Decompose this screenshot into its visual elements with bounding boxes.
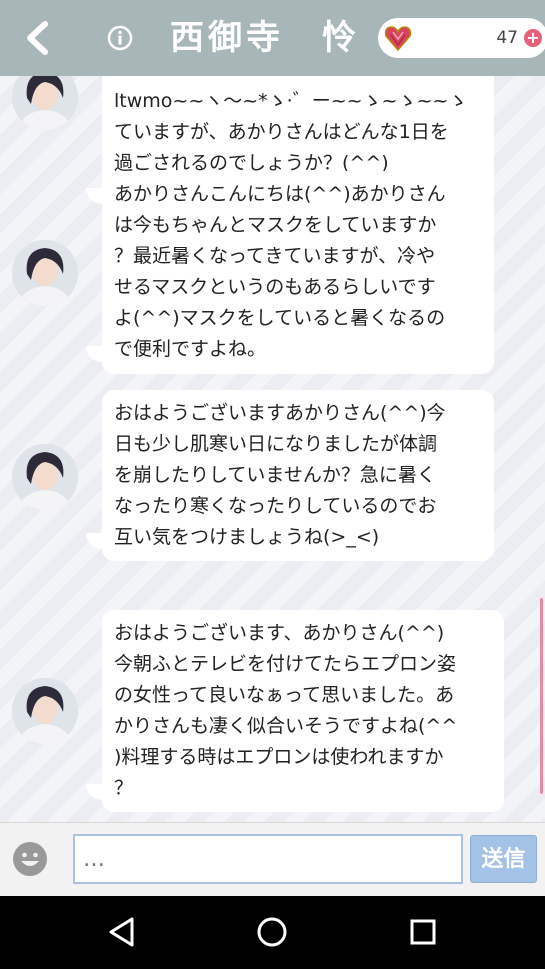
- square-recents-icon: [410, 919, 436, 945]
- back-button[interactable]: [18, 18, 58, 58]
- system-nav-bar: [0, 896, 545, 969]
- message-input[interactable]: [73, 834, 463, 884]
- nav-home-button[interactable]: [254, 914, 290, 950]
- message-bubble: あかりさんこんにちは(^^)あかりさん は今もちゃんとマスクをしていますか ？最…: [86, 171, 494, 374]
- add-gems-button[interactable]: +: [524, 29, 542, 47]
- message-input-bar: 送信: [0, 822, 545, 896]
- nav-recents-button[interactable]: [405, 914, 441, 950]
- gem-counter[interactable]: 47 +: [378, 18, 545, 58]
- message-bubble: おはようございます、あかりさん(^^) 今朝ふとテレビを付けてたらエプロン姿 の…: [86, 610, 504, 812]
- scrollbar[interactable]: [540, 598, 543, 794]
- avatar[interactable]: [12, 76, 78, 130]
- circle-home-icon: [257, 917, 287, 947]
- info-button[interactable]: [106, 24, 134, 52]
- heart-gem-icon: [384, 26, 412, 52]
- character-avatar-icon: [12, 444, 78, 510]
- send-button[interactable]: 送信: [470, 835, 537, 883]
- nav-back-button[interactable]: [104, 914, 140, 950]
- avatar[interactable]: [12, 678, 78, 744]
- smiley-icon: [13, 842, 47, 876]
- message-bubble: おはようございますあかりさん(^^)今 日も少し肌寒い日になりましたが体調 を崩…: [86, 390, 494, 561]
- emoji-button[interactable]: [12, 841, 48, 877]
- header-bar: 西御寺 怜 47 +: [0, 0, 545, 76]
- triangle-back-icon: [109, 917, 134, 947]
- character-avatar-icon: [12, 76, 78, 130]
- chevron-left-icon: [27, 21, 48, 55]
- gem-count: 47: [496, 28, 518, 48]
- character-avatar-icon: [12, 678, 78, 744]
- chat-thread[interactable]: ltwmo~~ヽ～~*ゝ·゛ー~~ゝ~ゝ~~ゝ ていますが、あかりさんはどんな1…: [0, 76, 545, 822]
- info-icon: [107, 25, 133, 51]
- avatar[interactable]: [12, 444, 78, 510]
- character-avatar-icon: [12, 240, 78, 306]
- page-title: 西御寺 怜: [170, 18, 360, 58]
- avatar[interactable]: [12, 240, 78, 306]
